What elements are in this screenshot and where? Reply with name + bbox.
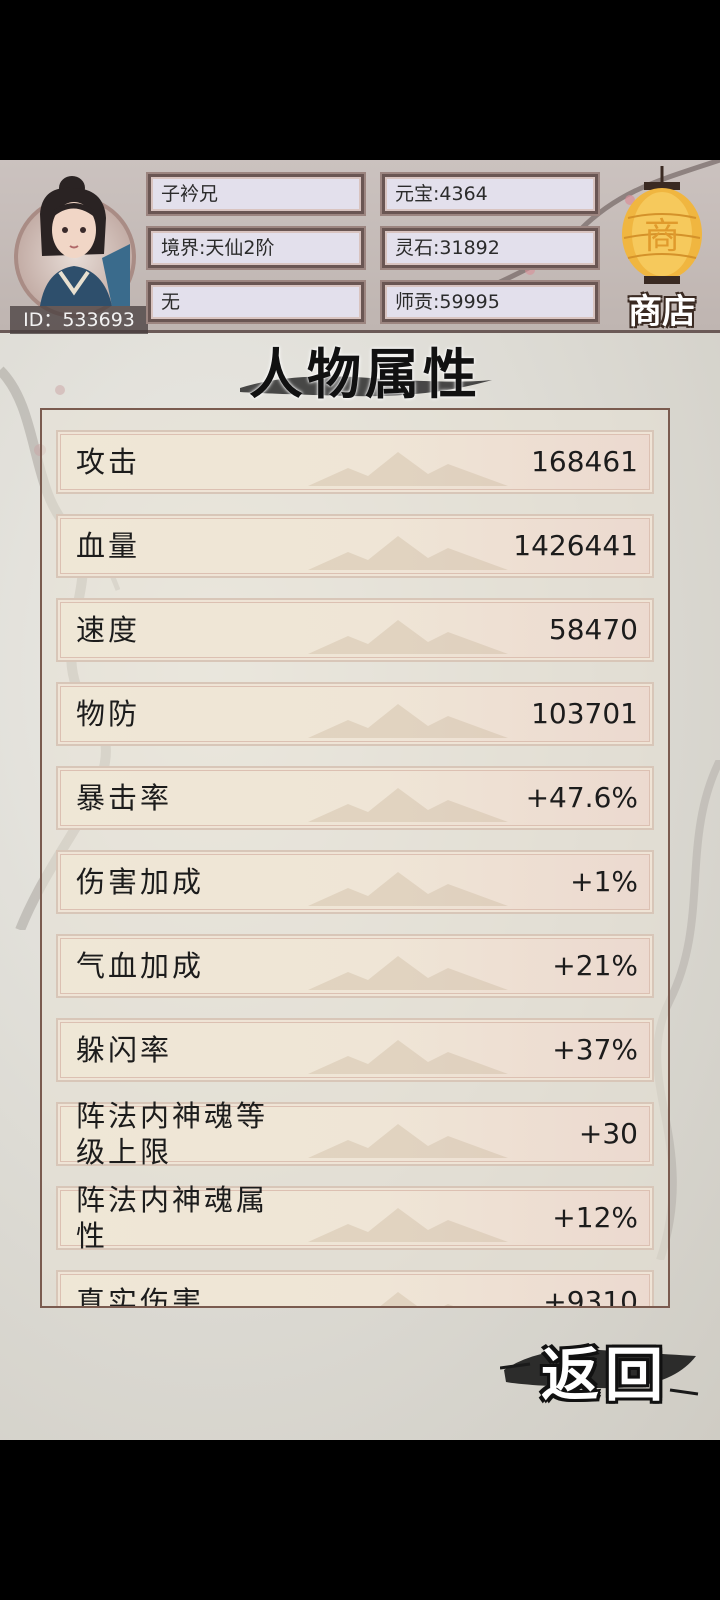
page-title: 人物属性	[249, 342, 481, 406]
stat-row: 物防 103701	[56, 682, 654, 746]
stat-name: 气血加成	[76, 936, 296, 996]
stat-name-text: 血量	[76, 529, 141, 563]
player-realm-field: 境界:天仙2阶	[148, 228, 364, 268]
player-name-field: 子衿兄	[148, 174, 364, 214]
mountain-watermark	[308, 956, 508, 990]
stat-value: +30	[578, 1117, 638, 1150]
character-portrait	[40, 176, 130, 306]
stat-name-text: 气血加成	[76, 949, 205, 983]
lingshi-currency: 灵石:31892	[382, 228, 598, 268]
stat-value: +9310	[543, 1285, 638, 1308]
mountain-watermark	[308, 704, 508, 738]
shop-label: 商店	[628, 292, 696, 332]
stat-value: 58470	[548, 613, 638, 646]
stat-name-text: 阵法内神魂等级上限	[76, 1099, 269, 1169]
lantern-shop-char: 商	[644, 216, 680, 257]
stat-row: 躲闪率 +37%	[56, 1018, 654, 1082]
shop-button[interactable]: 商 商店	[614, 166, 710, 332]
stat-value: 168461	[531, 445, 638, 478]
mountain-watermark	[308, 452, 508, 486]
stat-row: 血量 1426441	[56, 514, 654, 578]
stat-name-text: 阵法内神魂属性	[76, 1183, 269, 1253]
mountain-watermark	[380, 1292, 454, 1306]
stat-name: 物防	[76, 684, 296, 744]
stat-name: 真实伤害	[76, 1272, 296, 1308]
stat-name: 血量	[76, 516, 296, 576]
stat-value: 1426441	[513, 529, 638, 562]
stat-name-text: 躲闪率	[76, 1033, 173, 1067]
attribute-list: 攻击 168461 血量 1426441 速度 58470 物防 103701 暴击率 +47.6…	[56, 430, 654, 1308]
stat-value: +12%	[552, 1201, 638, 1234]
stat-row: 阵法内神魂属性 +12%	[56, 1183, 654, 1253]
mountain-watermark	[308, 536, 508, 570]
stat-row: 阵法内神魂等级上限 +30	[56, 1099, 654, 1169]
stat-row: 暴击率 +47.6%	[56, 766, 654, 830]
stat-name-text: 攻击	[76, 445, 141, 479]
shigong-currency: 师贡:59995	[382, 282, 598, 322]
page-title-banner: 人物属性	[230, 330, 500, 410]
stat-name: 阵法内神魂等级上限	[76, 1099, 296, 1169]
stat-row: 速度 58470	[56, 598, 654, 662]
yuanbao-currency: 元宝:4364	[382, 174, 598, 214]
mountain-watermark	[308, 1124, 508, 1158]
stat-name: 阵法内神魂属性	[76, 1183, 296, 1253]
stat-value: 103701	[531, 697, 638, 730]
attribute-panel[interactable]: 攻击 168461 血量 1426441 速度 58470 物防 103701 暴击率 +47.6…	[40, 408, 670, 1308]
return-button[interactable]: 返回	[500, 1320, 700, 1410]
stat-row: 真实伤害 +9310	[56, 1270, 654, 1308]
stat-name-text: 暴击率	[76, 781, 173, 815]
mountain-watermark	[308, 620, 508, 654]
game-screen: ID：533693 子衿兄 境界:天仙2阶 无 元宝:4364 灵石:31892…	[0, 160, 720, 1440]
stat-name-text: 物防	[76, 697, 141, 731]
lantern-icon: 商	[622, 166, 702, 284]
stat-value: +37%	[552, 1033, 638, 1066]
stat-value: +1%	[570, 865, 638, 898]
stat-name-text: 真实伤害	[76, 1285, 205, 1308]
stat-name-text: 速度	[76, 613, 141, 647]
stat-row: 伤害加成 +1%	[56, 850, 654, 914]
mountain-watermark	[308, 1040, 508, 1074]
player-title-field: 无	[148, 282, 364, 322]
return-label: 返回	[540, 1341, 669, 1409]
mountain-watermark	[308, 788, 508, 822]
stat-row: 气血加成 +21%	[56, 934, 654, 998]
stat-row: 攻击 168461	[56, 430, 654, 494]
mountain-watermark	[308, 1208, 508, 1242]
stat-name-text: 伤害加成	[76, 865, 205, 899]
stat-name: 躲闪率	[76, 1020, 296, 1080]
stat-value: +47.6%	[525, 781, 638, 814]
mountain-watermark	[308, 872, 508, 906]
player-header: ID：533693 子衿兄 境界:天仙2阶 无 元宝:4364 灵石:31892…	[0, 160, 720, 334]
stat-value: +21%	[552, 949, 638, 982]
stat-name: 速度	[76, 600, 296, 660]
stat-name: 暴击率	[76, 768, 296, 828]
player-id: ID：533693	[10, 306, 148, 334]
stat-name: 伤害加成	[76, 852, 296, 912]
player-avatar[interactable]: ID：533693	[8, 170, 148, 334]
stat-name: 攻击	[76, 432, 296, 492]
